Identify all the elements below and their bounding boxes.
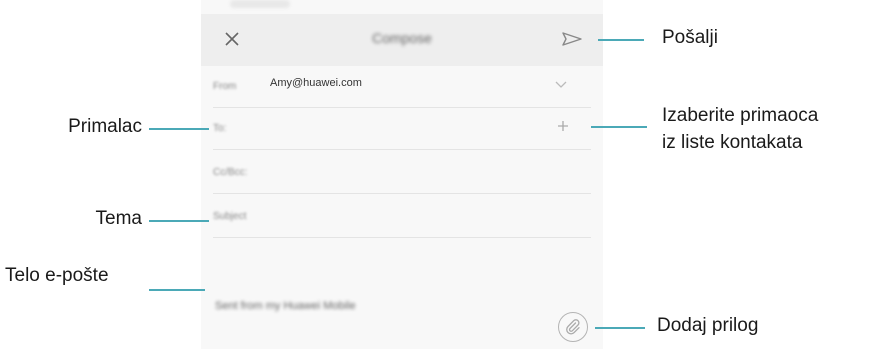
subject-callout-label: Tema xyxy=(95,208,142,229)
paperclip-icon xyxy=(566,319,580,335)
to-row[interactable]: To: xyxy=(213,108,591,150)
status-bar-fragment xyxy=(230,0,290,8)
email-body-field[interactable]: Sent from my Huawei Mobile xyxy=(215,300,356,312)
subject-row[interactable]: Subject xyxy=(213,194,591,238)
subject-callout-line xyxy=(149,220,209,222)
choose-recipient-line-1: Izaberite primaoca xyxy=(662,105,819,126)
divider xyxy=(213,237,591,238)
cc-bcc-row[interactable]: Cc/Bcc: xyxy=(213,150,591,194)
recipient-callout-label: Primalac xyxy=(68,116,142,137)
choose-recipient-callout-line xyxy=(591,126,647,128)
attach-button[interactable] xyxy=(558,312,588,342)
body-callout-label: Telo e-pošte xyxy=(5,265,109,286)
add-recipient-button[interactable] xyxy=(557,120,569,136)
subject-label: Subject xyxy=(213,211,247,222)
send-callout-line xyxy=(598,39,644,41)
choose-recipient-callout-label: Izaberite primaoca iz liste kontakata xyxy=(662,102,818,156)
to-label: To: xyxy=(213,123,227,134)
attach-callout-line xyxy=(595,327,645,329)
send-callout-label: Pošalji xyxy=(662,27,718,48)
attach-callout-label: Dodaj prilog xyxy=(657,315,759,336)
send-icon xyxy=(562,32,582,46)
body-callout-line xyxy=(149,289,205,291)
from-label: From xyxy=(213,81,237,92)
from-value: Amy@huawei.com xyxy=(270,77,362,89)
plus-icon xyxy=(558,121,568,131)
recipient-callout-line xyxy=(149,128,209,130)
choose-recipient-line-2: iz liste kontakata xyxy=(662,132,803,153)
compose-title: Compose xyxy=(372,30,432,46)
send-button[interactable] xyxy=(557,26,587,52)
from-row[interactable]: From Amy@huawei.com xyxy=(213,66,591,108)
chevron-down-icon[interactable] xyxy=(555,81,567,89)
cc-bcc-label: Cc/Bcc: xyxy=(213,167,248,178)
compose-toolbar: Compose xyxy=(201,14,603,66)
